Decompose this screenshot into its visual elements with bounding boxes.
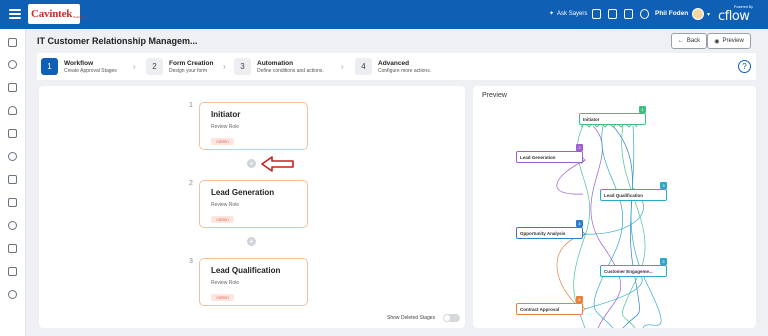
step-subtitle: Configure more actions. xyxy=(378,67,432,74)
preview-button[interactable]: ◉ Preview xyxy=(707,33,751,49)
add-stage-button[interactable]: + xyxy=(247,159,256,168)
share-icon[interactable] xyxy=(8,60,17,69)
chevron-right-icon: › xyxy=(341,62,344,71)
help-icon[interactable] xyxy=(640,9,649,19)
preview-badge: 4 xyxy=(576,220,583,227)
document-icon[interactable] xyxy=(592,9,601,19)
preview-node-opportunity-analysis[interactable]: Opportunity Analysis xyxy=(516,227,583,239)
red-arrow-annotation xyxy=(261,156,294,172)
menu-icon[interactable] xyxy=(9,9,21,19)
page-title: IT Customer Relationship Managem... xyxy=(37,36,198,46)
tools-icon[interactable] xyxy=(8,244,17,253)
home-icon[interactable] xyxy=(8,38,17,47)
stage-card-initiator[interactable]: Initiator Review Role Admin xyxy=(199,102,308,150)
stage-badge: Admin xyxy=(211,138,234,145)
preview-badge: 5 xyxy=(660,258,667,265)
preview-node-initiator[interactable]: Initiator xyxy=(579,113,646,125)
arrow-left-icon: ← xyxy=(677,38,684,44)
step-subtitle: Create Approval Stages xyxy=(64,67,117,74)
add-stage-button[interactable]: + xyxy=(247,237,256,246)
step-title: Automation xyxy=(257,59,294,67)
calendar-icon[interactable] xyxy=(624,9,633,19)
step-form-creation[interactable]: 2 Form Creation Design your form xyxy=(146,56,213,77)
chevron-right-icon: › xyxy=(133,62,136,71)
grid-icon[interactable] xyxy=(608,9,617,19)
avatar[interactable] xyxy=(692,8,704,20)
step-number: 4 xyxy=(355,58,372,75)
stage-card-lead-qualification[interactable]: Lead Qualification Review Role Admin xyxy=(199,258,308,306)
report-icon[interactable] xyxy=(8,198,17,207)
show-deleted-toggle[interactable] xyxy=(443,314,460,322)
stage-number: 3 xyxy=(189,258,193,265)
back-button[interactable]: ← Back xyxy=(671,33,707,49)
preview-node-customer-engagement[interactable]: Customer Engageme... xyxy=(600,265,667,277)
step-number: 3 xyxy=(234,58,251,75)
step-subtitle: Design your form xyxy=(169,67,208,74)
stage-card-lead-generation[interactable]: Lead Generation Review Role Admin xyxy=(199,180,308,228)
preview-badge: 6 xyxy=(576,296,583,303)
stage-name: Lead Generation xyxy=(211,188,275,197)
stage-badge: Admin xyxy=(211,216,234,223)
preview-node-contract-approval[interactable]: Contract Approval xyxy=(516,303,583,315)
top-bar: Cavintek Solutions ✦ Ask Sayers Phil Fod… xyxy=(0,0,768,29)
step-number: 1 xyxy=(41,58,58,75)
back-label: Back xyxy=(686,38,701,44)
stage-number: 1 xyxy=(189,102,193,109)
step-number: 2 xyxy=(146,58,163,75)
step-subtitle: Define conditions and actions. xyxy=(257,67,324,74)
preview-node-lead-qualification[interactable]: Lead Qualification xyxy=(600,189,667,201)
preview-badge: 3 xyxy=(660,182,667,189)
stage-number: 2 xyxy=(189,180,193,187)
step-title: Workflow xyxy=(64,59,94,67)
step-title: Advanced xyxy=(378,59,410,67)
chart-icon[interactable] xyxy=(8,129,17,138)
lightbulb-icon[interactable] xyxy=(8,106,17,115)
step-title: Form Creation xyxy=(169,59,214,67)
ask-sayers-button[interactable]: ✦ Ask Sayers xyxy=(549,10,588,18)
brand-sub: Solutions xyxy=(73,14,86,19)
workflow-panel: 1 Initiator Review Role Admin + 2 Lead G… xyxy=(39,86,465,328)
sparkle-icon: ✦ xyxy=(549,11,555,17)
chevron-right-icon: › xyxy=(223,62,226,71)
stage-badge: Admin xyxy=(211,294,234,301)
stage-role: Review Role xyxy=(211,202,240,208)
preview-badge: 1 xyxy=(639,106,646,113)
user-name[interactable]: Phil Foden xyxy=(655,10,688,17)
inbox-icon[interactable] xyxy=(8,83,17,92)
preview-node-lead-generation[interactable]: Lead Generation xyxy=(516,151,583,163)
ask-sayers-label: Ask Sayers xyxy=(557,10,588,17)
eye-icon: ◉ xyxy=(714,38,720,45)
edit-icon[interactable] xyxy=(8,267,17,276)
brand-logo[interactable]: Cavintek Solutions xyxy=(28,4,86,24)
step-automation[interactable]: 3 Automation Define conditions and actio… xyxy=(234,56,324,77)
preview-panel: Preview 1 Initiator 2 Lead Generation 3 … xyxy=(473,86,756,328)
step-advanced[interactable]: 4 Advanced Configure more actions. xyxy=(355,56,431,77)
stage-role: Review Role xyxy=(211,280,240,286)
stepper: 1 Workflow Create Approval Stages › 2 Fo… xyxy=(37,53,756,80)
stage-role: Review Role xyxy=(211,124,240,130)
preview-label: Preview xyxy=(722,38,744,44)
settings-icon[interactable] xyxy=(8,290,17,299)
chevron-down-icon[interactable]: ▾ xyxy=(707,11,710,18)
left-sidebar xyxy=(0,29,26,336)
stage-name: Initiator xyxy=(211,110,241,119)
help-circle-icon[interactable]: ? xyxy=(738,60,751,73)
users-icon[interactable] xyxy=(8,152,17,161)
history-icon[interactable] xyxy=(8,221,17,230)
preview-badge: 2 xyxy=(576,144,583,151)
show-deleted-label: Show Deleted Stages xyxy=(387,315,436,321)
stage-name: Lead Qualification xyxy=(211,266,281,275)
cflow-logo: cflow xyxy=(718,9,750,24)
step-workflow[interactable]: 1 Workflow Create Approval Stages xyxy=(41,56,117,77)
flow-icon[interactable] xyxy=(8,175,17,184)
brand-name: Cavintek xyxy=(31,8,73,20)
